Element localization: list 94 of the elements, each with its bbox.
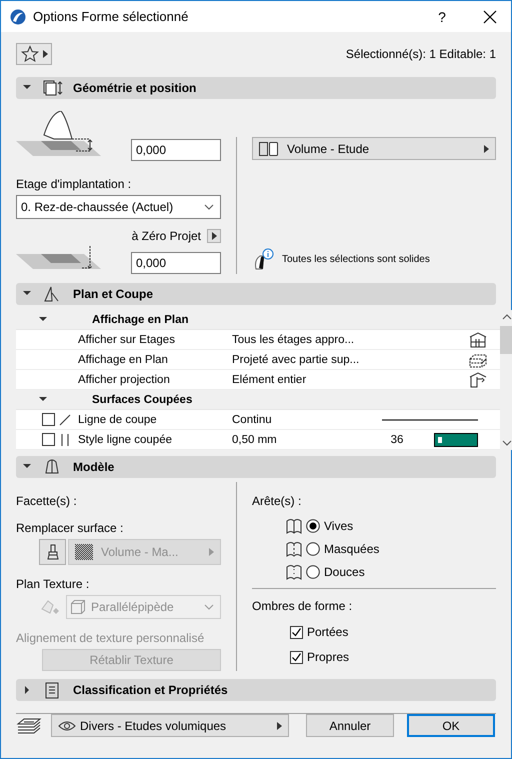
slash-line-icon [59, 414, 71, 426]
property-value: Projeté avec partie sup... [232, 354, 360, 366]
radio-label: Douces [324, 565, 365, 579]
property-row[interactable]: Affichage en Plan Projeté avec partie sup... [16, 350, 500, 370]
checker-swatch-icon [75, 544, 93, 560]
line-sample-icon [382, 418, 478, 422]
shape-position-icon [42, 79, 63, 97]
pen-number: 36 [390, 434, 404, 446]
radio-label: Vives [324, 519, 354, 533]
section-title: Classification et Propriétés [73, 683, 228, 697]
section-title: Plan et Coupe [73, 287, 154, 301]
reference-label: à Zéro Projet [132, 229, 201, 243]
checkbox-label: Propres [307, 650, 350, 664]
scroll-thumb[interactable] [500, 326, 512, 354]
radio-button[interactable] [306, 565, 320, 579]
cancel-button[interactable]: Annuler [306, 714, 394, 737]
dropdown-value: 0. Rez-de-chaussée (Actuel) [21, 200, 174, 214]
property-name: Affichage en Plan [78, 354, 169, 366]
section-title: Modèle [73, 460, 114, 474]
field-label: Etage d'implantation : [16, 177, 132, 191]
app-logo-icon [10, 8, 26, 24]
field-label: Ombres de forme : [252, 599, 354, 613]
chevron-down-icon [204, 604, 214, 610]
caret-icon [42, 50, 48, 58]
field-label: Alignement de texture personnalisé [16, 631, 206, 645]
property-name: Afficher sur Etages [78, 334, 176, 346]
field-label: Facette(s) : [16, 494, 78, 508]
pen-weight-icon [59, 434, 71, 446]
elevation-input[interactable]: 0,000 [131, 139, 221, 161]
property-name: Ligne de coupe [78, 414, 158, 426]
disclosure-triangle-icon[interactable] [22, 685, 32, 695]
property-name: Style ligne coupée [78, 434, 173, 446]
property-row[interactable]: Ligne de coupe Continu [16, 410, 500, 430]
checkbox[interactable] [290, 650, 303, 664]
property-value: 0,50 mm [232, 434, 278, 446]
field-label: Remplacer surface : [16, 521, 124, 535]
radio-button[interactable] [306, 519, 320, 533]
caret-icon [209, 548, 214, 556]
layer-button[interactable]: Divers - Etudes volumiques [51, 714, 289, 737]
offset-input[interactable]: 0,000 [131, 252, 221, 274]
close-icon[interactable] [483, 10, 497, 24]
help-button[interactable]: ? [419, 8, 465, 24]
chevron-down-icon [204, 204, 214, 210]
section-title: Géométrie et position [73, 81, 196, 95]
story-dropdown[interactable]: 0. Rez-de-chaussée (Actuel) [16, 195, 221, 219]
reference-menu-button[interactable] [207, 229, 221, 243]
smooth-book-icon [286, 564, 302, 580]
ok-button[interactable]: OK [407, 714, 495, 737]
caret-icon [277, 722, 282, 730]
caret-icon [484, 144, 489, 152]
field-label: Arête(s) : [252, 494, 302, 508]
solid-info-icon [252, 248, 274, 270]
texture-projection-icon [40, 599, 62, 615]
property-row[interactable]: Afficher sur Etages Tous les étages appro... [16, 330, 500, 350]
stories-icon [468, 330, 488, 348]
star-icon [20, 44, 38, 62]
book-icon [286, 518, 302, 534]
group-title: Surfaces Coupées [92, 394, 192, 406]
scroll-down-icon[interactable] [502, 440, 512, 446]
checkbox[interactable] [42, 413, 55, 426]
dashed-book-icon [286, 541, 302, 557]
checkbox-label: Portées [307, 625, 348, 639]
section-header[interactable]: Modèle [16, 456, 496, 478]
property-row[interactable]: Style ligne coupée 0,50 mm 36 [16, 430, 500, 450]
eye-icon [58, 720, 76, 732]
material-button[interactable]: Volume - Etude [252, 137, 496, 160]
layers-icon [16, 716, 42, 736]
favorites-button[interactable] [16, 42, 52, 64]
brush-icon [46, 544, 58, 560]
pen-color-swatch[interactable] [434, 432, 478, 446]
paint-brush-button[interactable] [39, 539, 66, 565]
caret-icon [212, 232, 216, 240]
cube-icon [71, 600, 85, 614]
projection-icon [468, 370, 488, 388]
property-name: Afficher projection [78, 374, 171, 386]
property-value: Tous les étages appro... [232, 334, 356, 346]
selection-info: Sélectionné(s): 1 Editable: 1 [346, 46, 496, 60]
section-header[interactable]: Classification et Propriétés [16, 679, 496, 701]
property-value: Continu [232, 414, 273, 426]
property-value: Elément entier [232, 374, 308, 386]
section-header[interactable]: Géométrie et position [16, 77, 496, 99]
checkbox[interactable] [290, 626, 303, 638]
window-title: Options Forme sélectionné [33, 9, 190, 24]
radio-label: Masquées [324, 542, 380, 556]
section-header[interactable]: Plan et Coupe [16, 283, 496, 305]
info-text: Toutes les sélections sont solides [282, 254, 430, 264]
group-title: Affichage en Plan [92, 314, 188, 326]
material-swatch-icon [259, 140, 281, 156]
tree-group-header[interactable]: Affichage en Plan [16, 310, 500, 330]
field-label: Plan Texture : [16, 577, 90, 591]
tree-group-header[interactable]: Surfaces Coupées [16, 390, 500, 410]
checkbox[interactable] [42, 433, 55, 446]
scroll-up-icon[interactable] [502, 314, 512, 320]
radio-button[interactable] [306, 542, 320, 556]
